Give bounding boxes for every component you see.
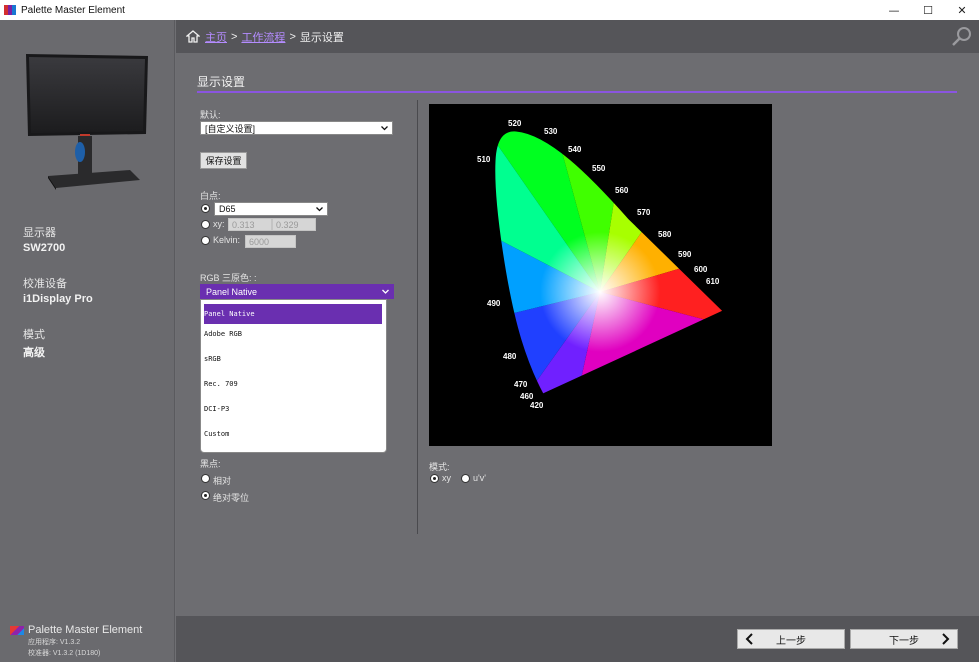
wavelength-label: 550 <box>592 164 606 173</box>
wavelength-label: 480 <box>503 352 517 361</box>
chevron-down-icon <box>382 289 389 294</box>
dropdown-option[interactable]: DCI-P3 <box>204 399 382 419</box>
black-point-label: 黑点: <box>200 459 221 469</box>
default-select-value: [自定义设置] <box>205 123 256 134</box>
home-icon[interactable] <box>186 30 200 43</box>
bottom-nav-bar: 上一步 下一步 <box>176 616 979 662</box>
wavelength-label: 490 <box>487 299 501 308</box>
breadcrumb-home-link[interactable]: 主页 <box>205 29 227 45</box>
display-label: 显示器 <box>23 227 56 239</box>
wavelength-label: 580 <box>658 230 672 239</box>
title-divider <box>197 91 957 93</box>
rgb-primaries-select[interactable]: Panel Native <box>200 284 394 299</box>
y-input[interactable]: 0.329 <box>272 218 316 231</box>
chevron-down-icon <box>316 207 323 212</box>
calibrator-version: 校准器: V1.3.2 (1D180) <box>28 650 101 657</box>
wavelength-label: 540 <box>568 145 582 154</box>
chevron-left-icon <box>745 633 753 645</box>
brand-logo-icon <box>10 625 24 635</box>
close-button[interactable]: ✕ <box>945 0 979 20</box>
white-point-preset-select[interactable]: D65 <box>214 202 328 216</box>
maximize-button[interactable]: ☐ <box>911 0 945 20</box>
wavelength-label: 530 <box>544 127 558 136</box>
black-relative-radio[interactable] <box>201 474 210 483</box>
cie-chromaticity-diagram: 520 530 540 550 560 570 580 590 600 610 … <box>429 104 772 446</box>
device-label: 校准设备 <box>23 278 67 290</box>
back-button[interactable]: 上一步 <box>737 629 845 649</box>
rgb-primaries-value: Panel Native <box>206 286 258 297</box>
black-absolute-radio[interactable] <box>201 491 210 500</box>
next-button[interactable]: 下一步 <box>850 629 958 649</box>
title-bar: Palette Master Element — ☐ ✕ <box>0 0 979 20</box>
breadcrumb-current: 显示设置 <box>299 31 344 44</box>
wavelength-label: 520 <box>508 119 522 128</box>
chart-mode-xy-radio[interactable] <box>430 474 439 483</box>
chart-mode-uv-label: u'v' <box>473 473 486 483</box>
sidebar: 显示器 SW2700 校准设备 i1Display Pro 模式 高级 Pale… <box>0 20 175 662</box>
display-value: SW2700 <box>23 242 66 254</box>
back-button-label: 上一步 <box>776 635 806 647</box>
white-point-preset-value: D65 <box>219 204 236 214</box>
mode-value: 高级 <box>23 347 45 359</box>
minimize-button[interactable]: — <box>877 0 911 20</box>
dropdown-option[interactable]: Adobe RGB <box>204 324 382 344</box>
vertical-divider <box>417 100 418 534</box>
device-info: 校准设备 i1Display Pro <box>23 275 93 305</box>
wavelength-label: 610 <box>706 277 720 286</box>
rgb-primaries-label: RGB 三原色: : <box>200 273 257 283</box>
kelvin-label: Kelvin: <box>213 235 241 245</box>
breadcrumb-workflow-link[interactable]: 工作流程 <box>241 29 285 45</box>
brand-name: Palette Master Element <box>28 624 143 636</box>
wavelength-label: 600 <box>694 265 708 274</box>
app-icon <box>4 5 16 15</box>
black-absolute-label: 绝对零位 <box>213 493 250 503</box>
rgb-primaries-dropdown-list: Panel Native Adobe RGB sRGB Rec. 709 DCI… <box>200 299 387 453</box>
xy-label: xy: <box>213 219 225 229</box>
breadcrumb: 主页 > 工作流程 > 显示设置 <box>176 20 979 53</box>
main-panel: 显示设置 默认: [自定义设置] 保存设置 白点: D65 xy: 0.313 … <box>176 53 979 616</box>
brand-block: Palette Master Element 应用程序: V1.3.2 校准器:… <box>10 624 142 658</box>
wavelength-label: 460 <box>520 392 534 401</box>
chart-mode-uv-radio[interactable] <box>461 474 470 483</box>
window-controls: — ☐ ✕ <box>877 0 979 20</box>
breadcrumb-separator: > <box>289 30 296 43</box>
mode-label: 模式 <box>23 329 45 341</box>
breadcrumb-separator: > <box>231 30 238 43</box>
dropdown-option[interactable]: sRGB <box>204 349 382 369</box>
default-label: 默认: <box>200 110 221 120</box>
kelvin-input[interactable]: 6000 <box>245 235 296 248</box>
dropdown-option[interactable]: Rec. 709 <box>204 374 382 394</box>
wavelength-label: 470 <box>514 380 528 389</box>
next-button-label: 下一步 <box>889 635 919 647</box>
wavelength-label: 420 <box>530 401 544 410</box>
chevron-right-icon <box>942 633 950 645</box>
dropdown-option[interactable]: Custom <box>204 424 382 444</box>
window-title: Palette Master Element <box>21 4 125 16</box>
display-info: 显示器 SW2700 <box>23 224 65 254</box>
monitor-image <box>26 54 148 190</box>
chart-mode-xy-label: xy <box>442 473 451 483</box>
default-select[interactable]: [自定义设置] <box>200 121 393 135</box>
save-settings-button[interactable]: 保存设置 <box>200 152 247 169</box>
wavelength-label: 590 <box>678 250 692 259</box>
device-value: i1Display Pro <box>23 293 93 305</box>
search-icon[interactable] <box>951 25 973 47</box>
white-point-preset-radio[interactable] <box>201 204 210 213</box>
wavelength-label: 510 <box>477 155 491 164</box>
x-input[interactable]: 0.313 <box>228 218 272 231</box>
cie-diagram-svg: 520 530 540 550 560 570 580 590 600 610 … <box>477 119 724 410</box>
app-version: 应用程序: V1.3.2 <box>28 639 81 646</box>
mode-info: 模式 高级 <box>23 326 45 360</box>
white-point-xy-radio[interactable] <box>201 220 210 229</box>
wavelength-label: 560 <box>615 186 629 195</box>
black-relative-label: 相对 <box>213 476 232 486</box>
dropdown-option[interactable]: Panel Native <box>204 304 382 324</box>
wavelength-label: 570 <box>637 208 651 217</box>
white-point-label: 白点: <box>200 191 221 201</box>
white-point-kelvin-radio[interactable] <box>201 236 210 245</box>
page-title: 显示设置 <box>197 75 246 89</box>
chart-mode-label: 模式: <box>429 462 450 472</box>
chevron-down-icon <box>381 126 388 131</box>
